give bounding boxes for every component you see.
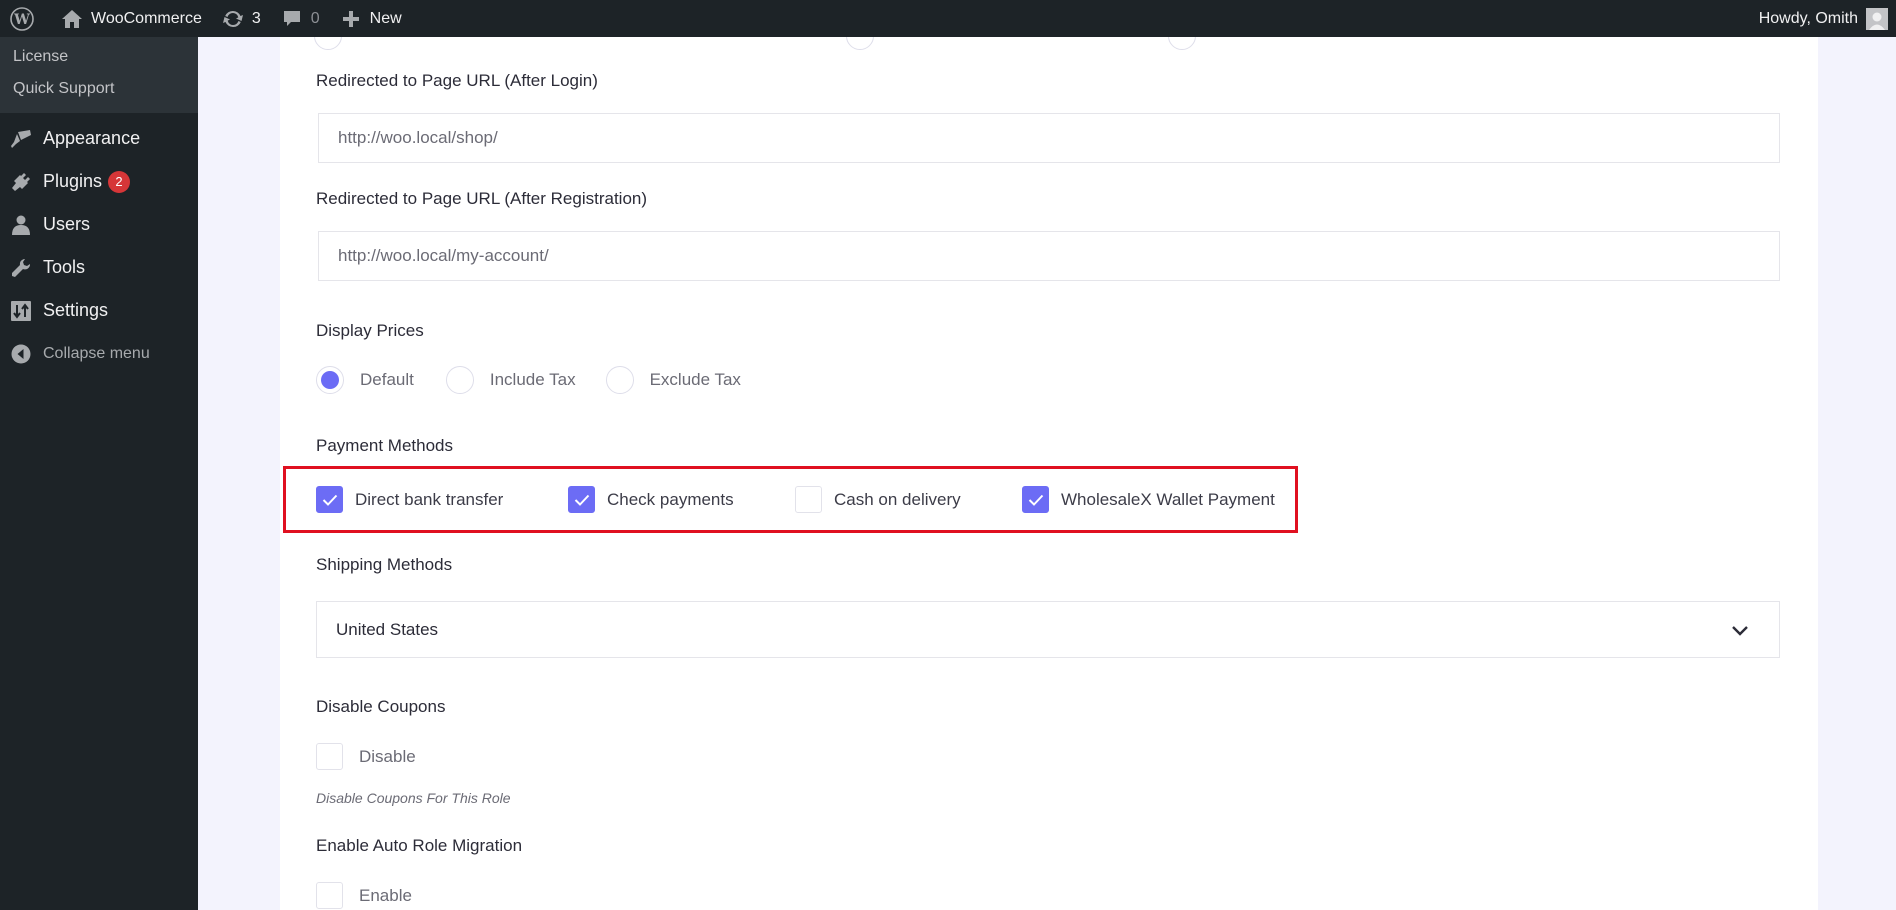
greeting: Howdy, Omith	[1758, 9, 1858, 27]
payment-option-check-payments[interactable]: Check payments	[568, 486, 795, 513]
checkbox-enable-auto-role-migration[interactable]	[316, 882, 343, 909]
chevron-down-icon	[1731, 622, 1749, 642]
site-name: WooCommerce	[91, 9, 202, 27]
wordpress-menu[interactable]: W	[0, 0, 50, 37]
home-icon	[59, 6, 85, 32]
sidebar-item-label: Users	[43, 214, 91, 234]
check-icon	[1028, 494, 1043, 506]
checkbox-label: Cash on delivery	[834, 489, 961, 509]
auto-role-migration-option[interactable]: Enable	[316, 882, 412, 909]
sidebar-item-label: Tools	[43, 257, 86, 277]
redirect-login-label: Redirected to Page URL (After Login)	[316, 71, 598, 90]
submenu: License Quick Support	[0, 37, 198, 113]
updates-count: 3	[251, 9, 261, 27]
site-name-link[interactable]: WooCommerce	[50, 0, 211, 37]
auto-role-migration-label: Enable Auto Role Migration	[316, 836, 523, 855]
checkbox-cash-on-delivery[interactable]	[795, 486, 822, 513]
svg-text:W: W	[13, 12, 30, 28]
payment-methods-group: Direct bank transfer Check payments Cash…	[316, 486, 1275, 513]
plugins-update-badge: 2	[108, 170, 131, 193]
submenu-item-license[interactable]: License	[0, 41, 198, 73]
checkbox-label: Enable	[359, 885, 412, 905]
sidebar-item-label: Settings	[43, 300, 109, 320]
shipping-methods-select[interactable]: United States	[316, 601, 1780, 658]
avatar	[1866, 7, 1888, 30]
plus-icon	[338, 6, 364, 32]
disable-coupons-label: Disable Coupons	[316, 697, 446, 716]
sidebar-item-tools[interactable]: Tools	[0, 246, 198, 289]
checkbox-label: WholesaleX Wallet Payment	[1061, 489, 1275, 509]
radio-option-default[interactable]: Default	[316, 366, 414, 394]
my-account-menu[interactable]: Howdy, Omith	[1758, 7, 1896, 30]
shipping-selected-value: United States	[336, 619, 439, 639]
plug-icon	[10, 171, 32, 193]
display-prices-radio-group: Default Include Tax Exclude Tax	[316, 366, 781, 394]
payment-option-cash-on-delivery[interactable]: Cash on delivery	[795, 486, 1022, 513]
new-label: New	[369, 9, 402, 27]
sidebar-item-settings[interactable]: Settings	[0, 289, 198, 332]
collapse-menu-button[interactable]: Collapse menu	[0, 332, 198, 375]
radio-include-tax[interactable]	[445, 366, 474, 394]
admin-bar: W WooCommerce 3 0 New Howdy, Omith	[0, 0, 1896, 37]
checkbox-label: Check payments	[607, 489, 734, 509]
comments-count: 0	[310, 9, 320, 27]
radio-default[interactable]	[316, 366, 344, 394]
collapse-icon	[10, 343, 32, 365]
submenu-item-quick-support[interactable]: Quick Support	[0, 73, 198, 105]
disable-coupons-helper: Disable Coupons For This Role	[316, 790, 511, 806]
checkbox-direct-bank-transfer[interactable]	[316, 486, 343, 513]
sidebar-item-appearance[interactable]: Appearance	[0, 117, 198, 160]
checkbox-label: Disable	[359, 746, 416, 766]
sidebar-item-label: Appearance	[43, 128, 141, 148]
shipping-methods-label: Shipping Methods	[316, 555, 453, 574]
wrench-icon	[10, 257, 32, 279]
collapse-label: Collapse menu	[43, 344, 150, 362]
comments-link[interactable]: 0	[270, 0, 329, 37]
new-content-link[interactable]: New	[329, 0, 411, 37]
paintbrush-icon	[10, 128, 32, 150]
redirect-login-input[interactable]: http://woo.local/shop/	[318, 113, 1780, 163]
user-icon	[10, 214, 32, 236]
updates-icon	[220, 6, 246, 32]
sidebar-item-label: Plugins	[43, 171, 103, 191]
checkbox-disable-coupons[interactable]	[316, 743, 343, 770]
sliders-icon	[10, 300, 32, 322]
checkbox-wholesalex-wallet[interactable]	[1022, 486, 1049, 513]
sidebar-item-plugins[interactable]: Plugins 2	[0, 160, 198, 203]
disable-coupons-option[interactable]: Disable	[316, 743, 416, 770]
redirect-registration-label: Redirected to Page URL (After Registrati…	[316, 189, 648, 208]
payment-option-wholesalex-wallet[interactable]: WholesaleX Wallet Payment	[1022, 486, 1275, 513]
redirect-registration-input[interactable]: http://woo.local/my-account/	[318, 231, 1780, 281]
display-prices-label: Display Prices	[316, 321, 424, 340]
checkbox-check-payments[interactable]	[568, 486, 595, 513]
check-icon	[322, 494, 337, 506]
radio-option-exclude-tax[interactable]: Exclude Tax	[605, 366, 741, 394]
comment-icon	[279, 6, 305, 32]
wordpress-logo-icon: W	[9, 6, 35, 32]
updates-link[interactable]: 3	[211, 0, 270, 37]
radio-label: Exclude Tax	[649, 370, 741, 389]
payment-option-direct-bank[interactable]: Direct bank transfer	[316, 486, 568, 513]
admin-sidebar: License Quick Support Appearance Plugins…	[0, 37, 198, 910]
checkbox-label: Direct bank transfer	[355, 489, 504, 509]
radio-label: Default	[360, 370, 414, 389]
payment-methods-label: Payment Methods	[316, 436, 454, 455]
radio-option-include-tax[interactable]: Include Tax	[445, 366, 576, 394]
radio-exclude-tax[interactable]	[605, 366, 634, 394]
sidebar-item-users[interactable]: Users	[0, 203, 198, 246]
radio-label: Include Tax	[489, 370, 576, 389]
check-icon	[574, 494, 589, 506]
